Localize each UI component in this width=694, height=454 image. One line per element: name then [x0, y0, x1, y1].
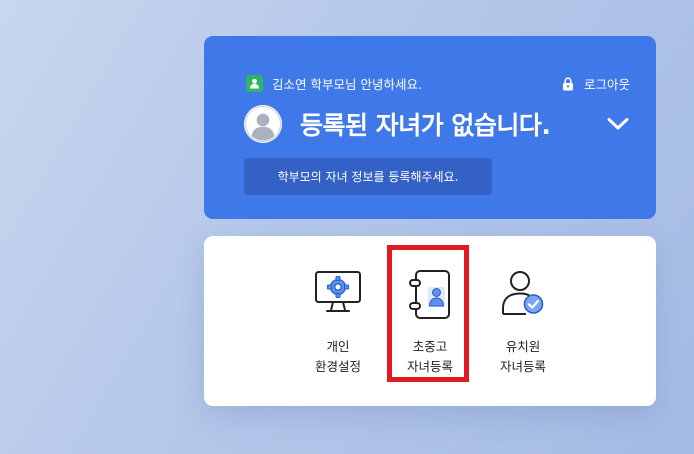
greeting-text: 김소연 학부모님 안녕하세요.	[272, 77, 422, 92]
parent-profile-card: 김소연 학부모님 안녕하세요. 로그아웃 등록된 자녀가 없습니다. 학부모의 …	[204, 36, 656, 219]
menu-item-label: 초중고 자녀등록	[387, 337, 473, 377]
menu-item-label-line1: 초중고	[412, 339, 448, 354]
greeting: 김소연 학부모님 안녕하세요.	[246, 74, 422, 93]
school-child-register-button[interactable]: 초중고 자녀등록	[387, 236, 473, 406]
person-icon	[246, 75, 263, 92]
avatar	[244, 105, 282, 143]
menu-card: 개인 환경설정 초중고 자녀등록 유치원 자녀등록	[204, 236, 656, 406]
kindergarten-child-register-button[interactable]: 유치원 자녀등록	[480, 236, 566, 406]
menu-item-label-line2: 환경설정	[314, 359, 361, 374]
menu-item-label-line2: 자녀등록	[406, 359, 453, 374]
logout-label: 로그아웃	[583, 77, 630, 92]
monitor-gear-icon	[315, 271, 361, 312]
child-selector: 등록된 자녀가 없습니다.	[244, 104, 632, 144]
menu-item-label: 개인 환경설정	[295, 337, 381, 377]
personal-settings-button[interactable]: 개인 환경설정	[295, 236, 381, 406]
student-notebook-icon	[409, 270, 450, 319]
lock-icon	[562, 76, 574, 91]
menu-item-label-line2: 자녀등록	[499, 359, 546, 374]
chevron-down-icon[interactable]	[604, 110, 632, 138]
register-child-button[interactable]: 학부모의 자녀 정보를 등록해주세요.	[244, 158, 492, 195]
child-check-icon	[502, 271, 544, 315]
page-background: 김소연 학부모님 안녕하세요. 로그아웃 등록된 자녀가 없습니다. 학부모의 …	[0, 0, 694, 454]
menu-item-label: 유치원 자녀등록	[480, 337, 566, 377]
menu-item-label-line1: 개인	[326, 339, 350, 354]
page-title: 등록된 자녀가 없습니다.	[300, 111, 551, 140]
logout-button[interactable]: 로그아웃	[562, 74, 630, 93]
menu-item-label-line1: 유치원	[505, 339, 541, 354]
